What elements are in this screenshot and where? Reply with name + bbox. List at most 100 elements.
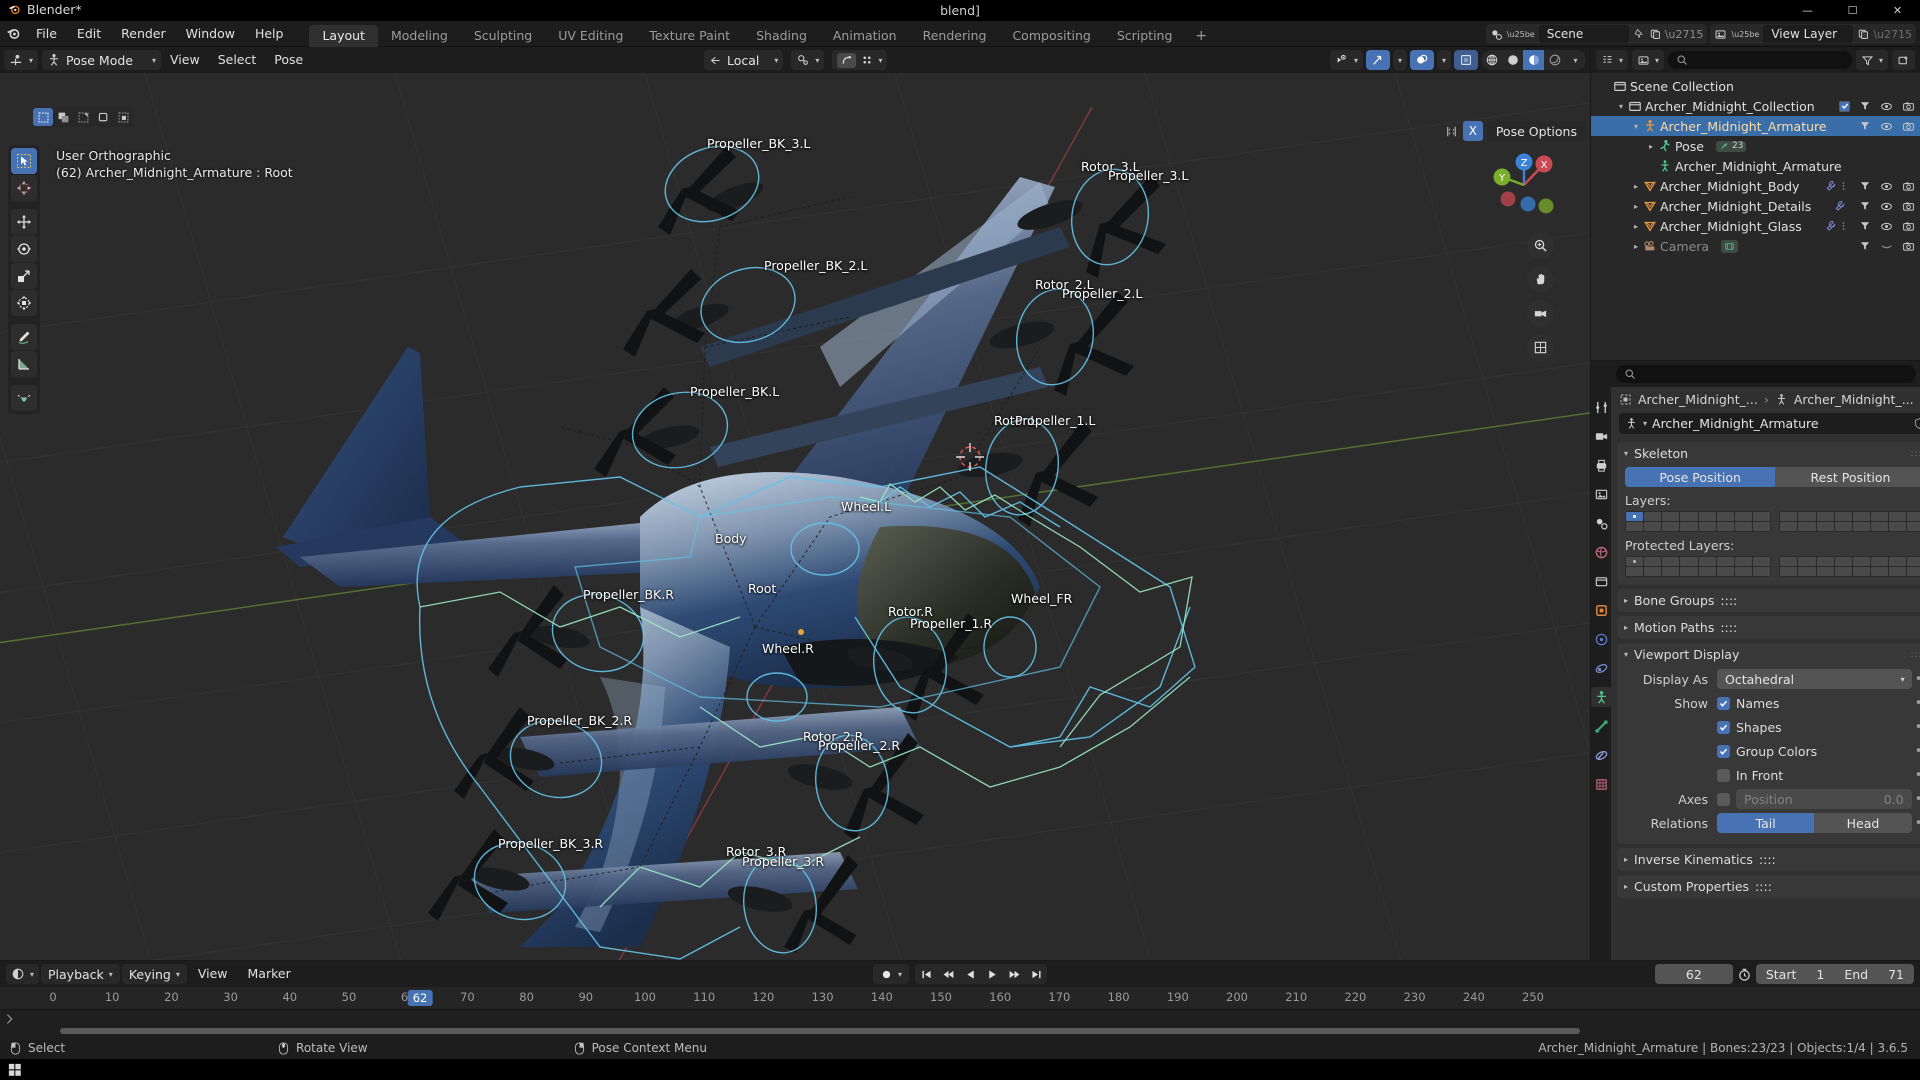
axes-position-field[interactable]: Position 0.0 xyxy=(1736,789,1912,809)
toggle-perspective-icon[interactable] xyxy=(1527,334,1554,361)
filter-icon[interactable] xyxy=(1859,220,1871,232)
tab-object[interactable] xyxy=(1591,600,1611,620)
playhead[interactable]: 62 xyxy=(407,987,433,1009)
scene-selector[interactable]: \u25be Scene \u2715 xyxy=(1485,24,1708,44)
select-extend-icon[interactable] xyxy=(53,108,73,126)
protected-layers-group-left[interactable] xyxy=(1625,556,1772,577)
tab-modeling[interactable]: Modeling xyxy=(378,25,461,47)
menu-edit[interactable]: Edit xyxy=(67,24,111,44)
outliner-row-scene-collection[interactable]: Scene Collection xyxy=(1591,76,1920,96)
checkbox-axes[interactable] xyxy=(1717,792,1730,806)
filter-icon[interactable] xyxy=(1859,200,1871,212)
scene-name-field[interactable]: Scene xyxy=(1538,25,1629,43)
tab-scripting[interactable]: Scripting xyxy=(1104,25,1186,47)
menu-help[interactable]: Help xyxy=(245,24,294,44)
remove-scene-icon[interactable]: \u2715 xyxy=(1665,28,1704,41)
armature-browse-chevron-down-icon[interactable]: ▾ xyxy=(1643,419,1647,428)
animate-dot-icon[interactable]: • xyxy=(1912,744,1920,759)
breadcrumb-data-name[interactable]: Archer_Midnight_... xyxy=(1794,392,1914,407)
play-button[interactable] xyxy=(981,964,1003,984)
menu-window[interactable]: Window xyxy=(176,24,245,44)
panel-bone-groups[interactable]: ▸ Bone Groups :::: xyxy=(1617,589,1920,612)
tool-tweak-select-icon[interactable] xyxy=(11,148,37,174)
tab-texture[interactable] xyxy=(1591,774,1611,794)
view-layer-name-field[interactable]: View Layer xyxy=(1763,25,1854,43)
select-subtract-icon[interactable] xyxy=(73,108,93,126)
outliner[interactable]: ▾ ▾ ▾ Scene Collection ▾ Archer_Midnight_C… xyxy=(1591,47,1920,360)
properties-search-input[interactable] xyxy=(1616,365,1916,383)
expand-triangle-icon[interactable]: ▾ xyxy=(1629,122,1643,131)
new-view-layer-icon[interactable] xyxy=(1857,28,1869,40)
view-layer-selector[interactable]: \u25be View Layer \u2715 xyxy=(1710,24,1916,44)
tool-bone-size-icon[interactable] xyxy=(11,385,37,411)
more-dots-icon[interactable] xyxy=(1841,180,1846,192)
outliner-editor-type[interactable]: ▾ xyxy=(1596,50,1629,70)
filter-icon[interactable] xyxy=(1859,240,1871,252)
zoom-view-icon[interactable] xyxy=(1527,232,1554,259)
tool-rotate-icon[interactable] xyxy=(11,236,37,262)
select-invert-icon[interactable] xyxy=(93,108,113,126)
camera-view-icon[interactable] xyxy=(1527,300,1554,327)
fake-user-shield-icon[interactable] xyxy=(1913,417,1920,430)
tab-layout[interactable]: Layout xyxy=(309,24,378,47)
expand-triangle-icon[interactable]: ▸ xyxy=(1644,142,1658,151)
new-scene-icon[interactable] xyxy=(1649,28,1661,40)
viewport-menu-view[interactable]: View xyxy=(161,50,209,70)
keying-dropdown[interactable]: Keying ▾ xyxy=(121,964,187,984)
pan-view-icon[interactable] xyxy=(1527,266,1554,293)
shading-options-chevron-down-icon[interactable]: ▾ xyxy=(1565,50,1586,70)
proportional-edit-icon[interactable] xyxy=(837,52,857,68)
checkbox-in-front[interactable]: In Front xyxy=(1717,765,1912,785)
filter-icon[interactable] xyxy=(1859,100,1871,112)
animate-dot-icon[interactable]: • xyxy=(1912,792,1920,807)
outliner-new-collection[interactable] xyxy=(1892,50,1915,70)
minimize-button[interactable]: — xyxy=(1785,0,1830,21)
tab-texture-paint[interactable]: Texture Paint xyxy=(636,25,743,47)
protected-layers-group-right[interactable] xyxy=(1779,556,1920,577)
checkbox-group-colors[interactable]: Group Colors xyxy=(1717,741,1912,761)
outliner-search-input[interactable] xyxy=(1668,51,1852,69)
navigation-gizmo[interactable]: Z X Y xyxy=(1486,147,1562,223)
windows-start-icon[interactable] xyxy=(8,1063,22,1077)
pose-action-badge[interactable]: 23 xyxy=(1715,140,1747,152)
tab-collection[interactable] xyxy=(1591,571,1611,591)
armature-name-field[interactable]: ▾ Archer_Midnight_Armature xyxy=(1619,413,1920,434)
current-frame-field[interactable]: 62 xyxy=(1654,964,1733,984)
layers-group-left[interactable] xyxy=(1625,511,1772,532)
tool-move-icon[interactable] xyxy=(11,209,37,235)
outliner-row-archer-midnight-details[interactable]: ▸ Archer_Midnight_Details xyxy=(1591,196,1920,216)
play-reverse-button[interactable] xyxy=(959,964,981,984)
gizmo-toggle[interactable] xyxy=(1365,50,1390,70)
tool-scale-icon[interactable] xyxy=(11,263,37,289)
tab-sculpting[interactable]: Sculpting xyxy=(461,25,545,47)
tab-bone-constraints[interactable] xyxy=(1591,745,1611,765)
blender-menu-icon[interactable] xyxy=(0,21,26,47)
xray-toggle[interactable] xyxy=(1454,50,1478,70)
camera-data-icon[interactable] xyxy=(1721,239,1739,253)
outliner-row-pose[interactable]: ▸ Pose 23 xyxy=(1591,136,1920,156)
viewport-menu-select[interactable]: Select xyxy=(209,50,266,70)
visibility-selector[interactable]: ▾ xyxy=(1329,50,1363,70)
expand-triangle-icon[interactable]: ▸ xyxy=(1629,182,1643,191)
layers-group-right[interactable] xyxy=(1779,511,1920,532)
wrench-icon[interactable] xyxy=(1825,180,1837,192)
tab-tool[interactable] xyxy=(1591,397,1611,417)
outliner-row-archer-midnight-armature[interactable]: ▾ Archer_Midnight_Armature xyxy=(1591,116,1920,136)
playback-dropdown[interactable]: Playback ▾ xyxy=(41,964,120,984)
relations-tail-button[interactable]: Tail xyxy=(1717,813,1815,833)
tab-uv-editing[interactable]: UV Editing xyxy=(545,25,636,47)
pin-icon[interactable] xyxy=(1633,28,1645,40)
wrench-icon[interactable] xyxy=(1825,220,1837,232)
start-frame-value[interactable]: 1 xyxy=(1806,967,1834,982)
close-button[interactable]: ✕ xyxy=(1875,0,1920,21)
gizmo-options[interactable]: ▾ xyxy=(1392,50,1407,70)
render-visibility-camera-icon[interactable] xyxy=(1902,120,1915,133)
tab-physics[interactable] xyxy=(1591,629,1611,649)
shading-rendered-button[interactable] xyxy=(1544,50,1565,70)
animate-dot-icon[interactable]: • xyxy=(1912,816,1920,831)
rest-position-button[interactable]: Rest Position xyxy=(1775,467,1920,487)
tab-object-data-armature[interactable] xyxy=(1591,687,1611,707)
pose-x-mirror-button[interactable]: X xyxy=(1462,121,1483,141)
animate-dot-icon[interactable]: • xyxy=(1912,696,1920,711)
overlays-toggle[interactable] xyxy=(1409,50,1434,70)
